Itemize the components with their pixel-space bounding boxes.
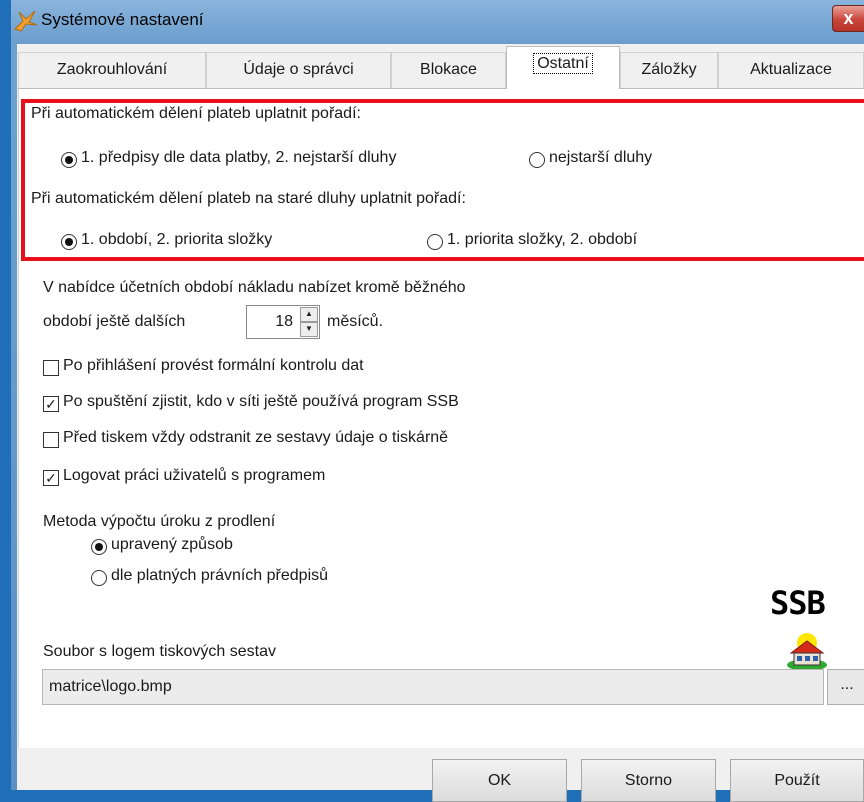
checkbox-log-users-label[interactable]: Logovat práci uživatelů s programem [63, 467, 325, 485]
interest-option-2[interactable]: dle platných právních předpisů [111, 567, 328, 585]
checkbox-log-users[interactable]: ✓ [43, 470, 59, 486]
checkbox-remove-printer-label[interactable]: Před tiskem vždy odstranit ze sestavy úd… [63, 429, 448, 447]
split-order-radio-2[interactable] [529, 152, 545, 168]
split-order-option-2[interactable]: nejstarší dluhy [549, 149, 652, 167]
interest-method-label: Metoda výpočtu úroku z prodlení [43, 513, 276, 530]
tab-udaje-o-spravci[interactable]: Údaje o správci [206, 52, 391, 88]
old-debts-option-2[interactable]: 1. priorita složky, 2. období [447, 231, 637, 249]
tab-label: Záložky [641, 61, 697, 78]
interest-radio-1[interactable] [91, 539, 107, 555]
ok-button[interactable]: OK [432, 759, 567, 802]
app-bird-icon [14, 10, 38, 32]
window-title: Systémové nastavení [41, 10, 204, 29]
periods-text-line1: V nabídce účetních období nákladu nabíze… [43, 279, 466, 296]
checkbox-remove-printer[interactable] [43, 432, 59, 448]
close-button[interactable]: x [832, 5, 864, 32]
stepper-up-icon[interactable]: ▲ [300, 307, 318, 322]
tab-label: Údaje o správci [243, 61, 354, 78]
split-order-option-1[interactable]: 1. předpisy dle data platby, 2. nejstarš… [81, 149, 396, 167]
tab-blokace[interactable]: Blokace [391, 52, 506, 88]
tab-label: Ostatní [533, 53, 593, 74]
split-order-label: Při automatickém dělení plateb uplatnit … [31, 105, 361, 122]
tab-aktualizace[interactable]: Aktualizace [718, 52, 864, 88]
house-icon [787, 633, 827, 671]
periods-text-prefix: období ještě dalších [43, 313, 186, 330]
checkbox-network-users[interactable]: ✓ [43, 396, 59, 412]
tab-ostatni[interactable]: Ostatní [506, 46, 620, 89]
old-debts-radio-1[interactable] [61, 234, 77, 250]
logo-file-label: Soubor s logem tiskových sestav [43, 643, 276, 660]
months-stepper[interactable]: 18 ▲ ▼ [246, 305, 320, 339]
old-debts-order-label: Při automatickém dělení plateb na staré … [31, 190, 466, 207]
tab-panel-ostatni: Při automatickém dělení plateb uplatnit … [18, 88, 864, 748]
logo-file-value: matrice\logo.bmp [49, 678, 172, 695]
checkbox-network-users-label[interactable]: Po spuštění zjistit, kdo v síti ještě po… [63, 393, 459, 411]
interest-radio-2[interactable] [91, 570, 107, 586]
tab-zalozky[interactable]: Záložky [620, 52, 718, 88]
ssb-logo: SSB [770, 584, 826, 622]
cancel-button[interactable]: Storno [581, 759, 716, 802]
logo-file-input[interactable]: matrice\logo.bmp [42, 669, 824, 705]
stepper-down-icon[interactable]: ▼ [300, 322, 318, 337]
tab-label: Aktualizace [750, 61, 832, 78]
interest-option-1[interactable]: upravený způsob [111, 536, 233, 554]
tab-zaokrouhlovani[interactable]: Zaokrouhlování [18, 52, 206, 88]
title-bar[interactable]: Systémové nastavení x [11, 0, 864, 44]
tab-label: Blokace [420, 61, 477, 78]
checkbox-formal-check-label[interactable]: Po přihlášení provést formální kontrolu … [63, 357, 364, 375]
split-order-radio-1[interactable] [61, 152, 77, 168]
old-debts-option-1[interactable]: 1. období, 2. priorita složky [81, 231, 272, 249]
apply-button[interactable]: Použít [730, 759, 864, 802]
tab-label: Zaokrouhlování [56, 61, 168, 78]
periods-text-suffix: měsíců. [327, 313, 384, 330]
browse-button[interactable]: ... [827, 669, 864, 705]
checkbox-formal-check[interactable] [43, 360, 59, 376]
old-debts-radio-2[interactable] [427, 234, 443, 250]
months-value[interactable]: 18 [257, 313, 293, 331]
dialog-body: Zaokrouhlování Údaje o správci Blokace O… [17, 44, 864, 802]
